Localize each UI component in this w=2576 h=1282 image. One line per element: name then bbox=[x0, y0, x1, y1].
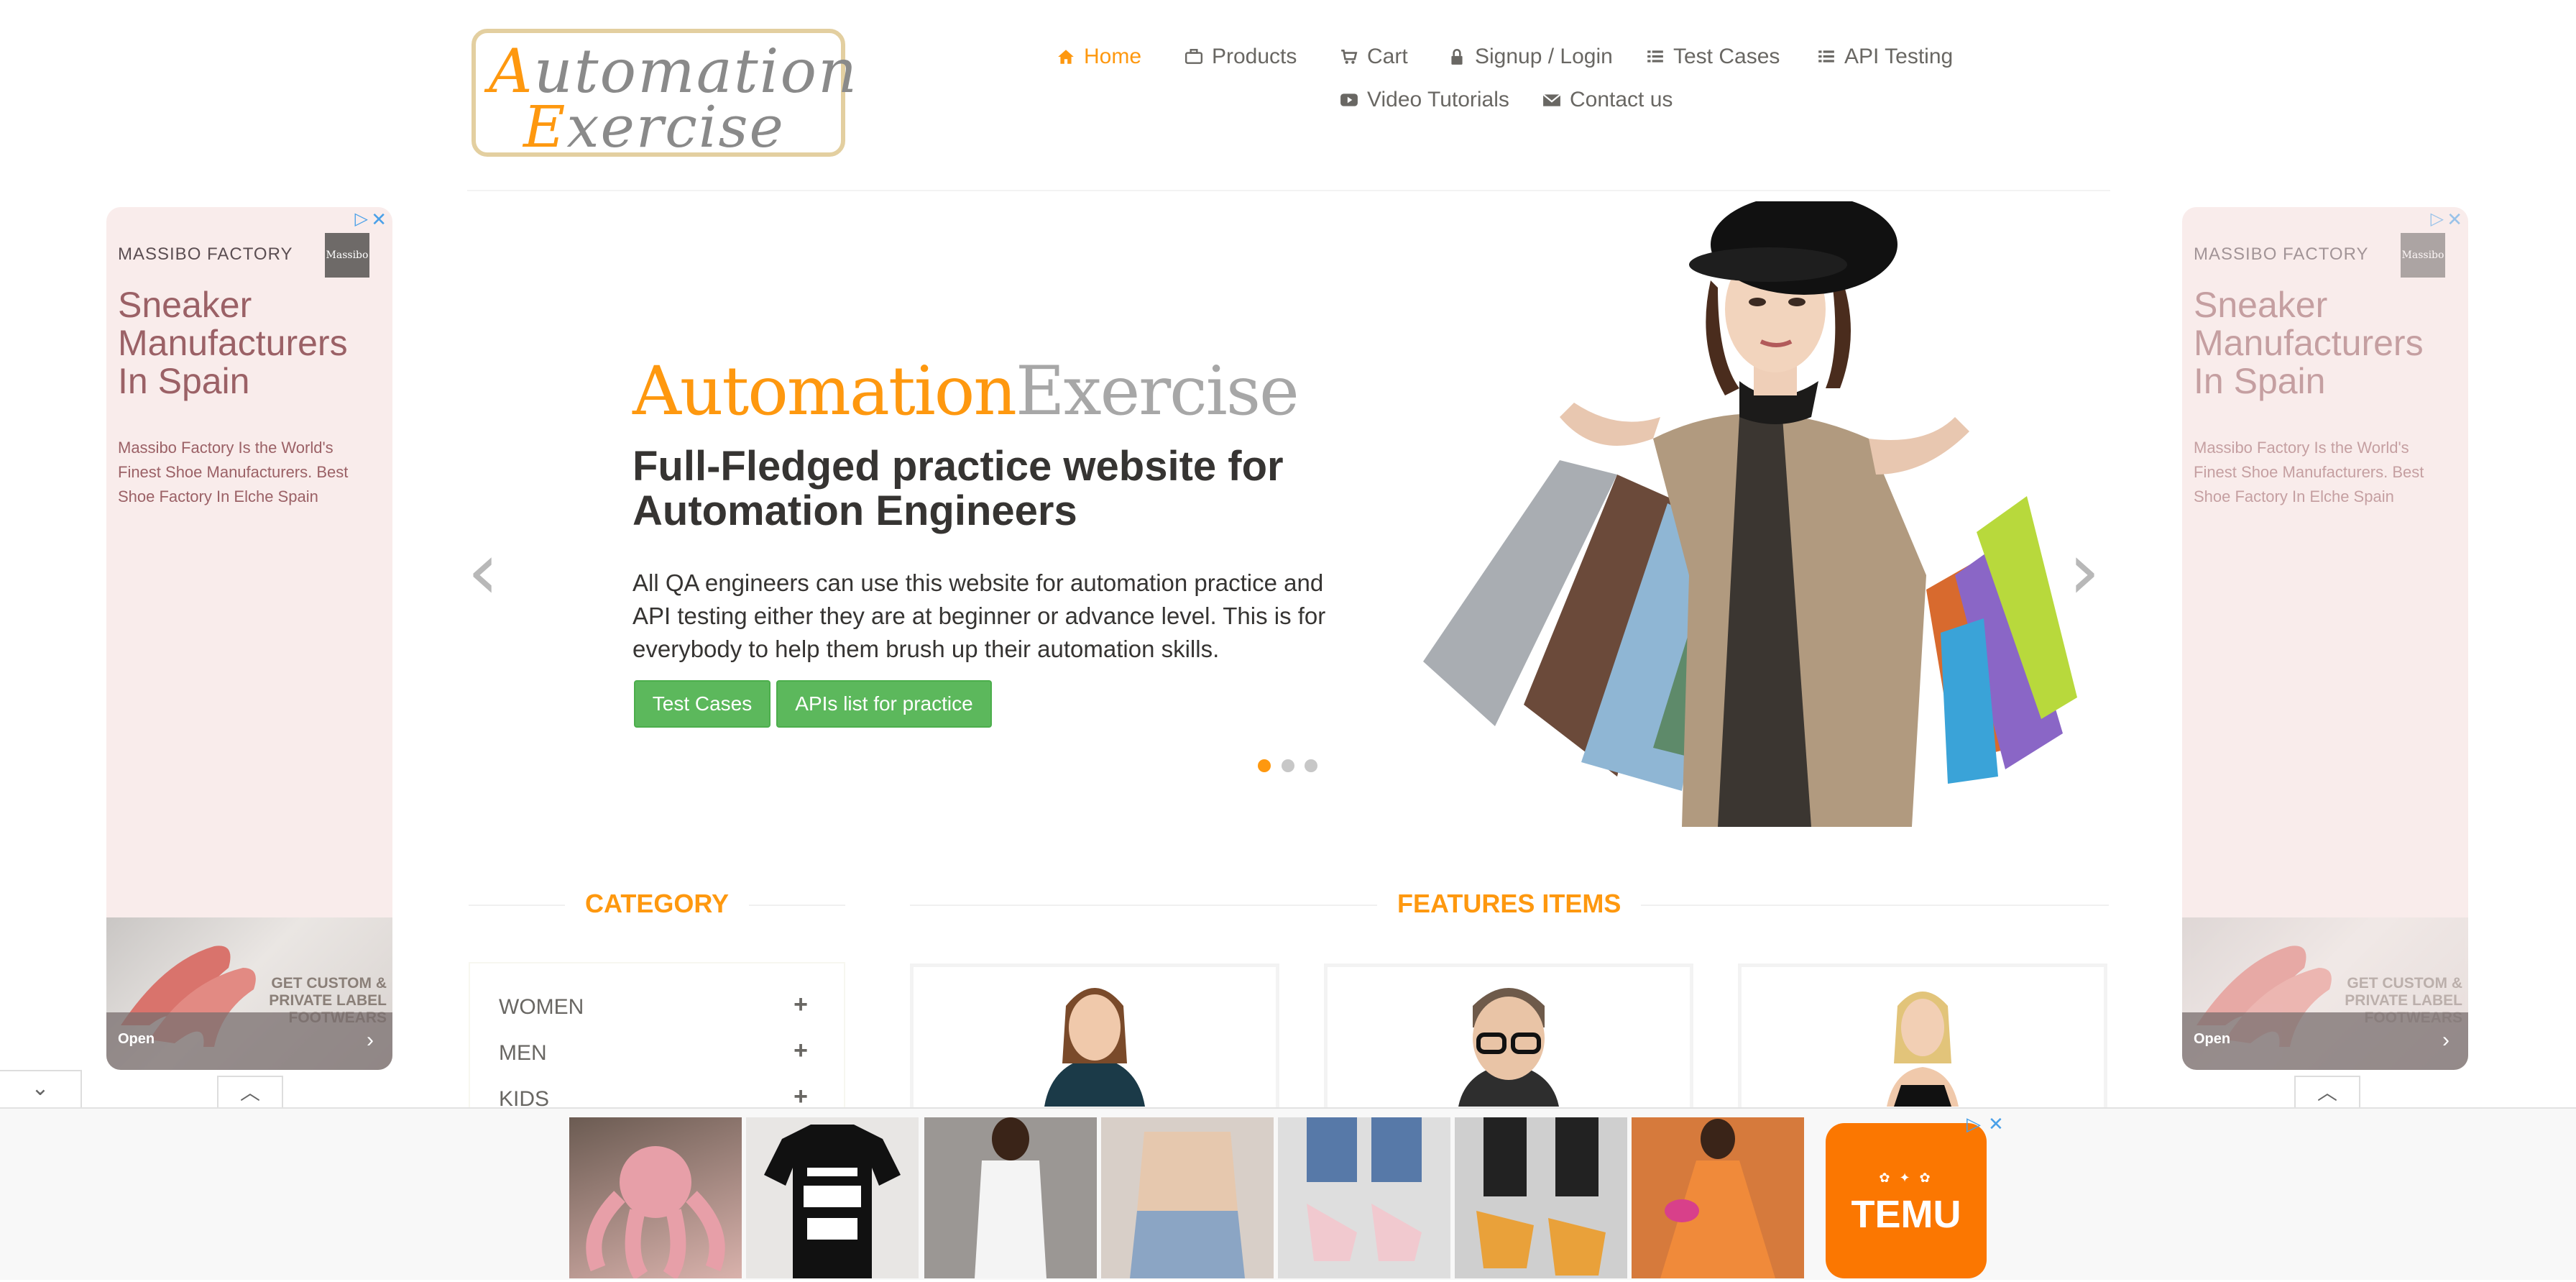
chevron-right-icon: › bbox=[2442, 1028, 2450, 1052]
lock-icon bbox=[1451, 48, 1463, 65]
list-icon bbox=[1818, 50, 1834, 63]
onesie-image bbox=[764, 1125, 901, 1278]
product-image-woman bbox=[1887, 992, 1959, 1107]
logo-line-2: Exercise bbox=[523, 93, 785, 160]
hero-title: AutomationExercise bbox=[632, 352, 1300, 431]
cart-icon bbox=[1341, 50, 1358, 64]
chevron-up-icon: ︿ bbox=[2317, 1081, 2337, 1104]
left-side-ad[interactable]: ▷ ✕ MASSIBO FACTORY Massibo Sneaker Manu… bbox=[106, 207, 392, 1070]
hero-woman-shopping-image bbox=[1423, 201, 2077, 827]
sandals-image bbox=[1476, 1117, 1606, 1276]
hero-heading: Full-Fledged practice website for Automa… bbox=[632, 443, 1284, 534]
ad-description: Massibo Factory Is the World's Finest Sh… bbox=[2194, 439, 2424, 505]
ad-tile-beige-top[interactable] bbox=[1101, 1117, 1274, 1278]
category-label: WOMEN bbox=[499, 995, 584, 1019]
jumpsuit-image bbox=[975, 1117, 1046, 1278]
site-logo[interactable]: Automation Exercise bbox=[472, 29, 857, 160]
ad-brand-logo: Massibo bbox=[325, 233, 369, 278]
nav-signup-login[interactable]: Signup / Login bbox=[1448, 45, 1613, 69]
right-side-ad[interactable]: ▷ ✕ MASSIBO FACTORY Massibo Sneaker Manu… bbox=[2182, 207, 2468, 1070]
close-ad-icon[interactable]: ✕ bbox=[2447, 209, 2462, 231]
list-icon bbox=[1647, 50, 1663, 63]
nav-home[interactable]: Home bbox=[1057, 45, 1141, 69]
slider-dot-1[interactable] bbox=[1258, 759, 1271, 772]
ad-tile-white-jumpsuit[interactable] bbox=[924, 1117, 1097, 1278]
features-title: FEATURES ITEMS bbox=[1377, 889, 1642, 919]
close-ad-icon[interactable]: ✕ bbox=[371, 209, 387, 231]
ad-tile-clear-heels[interactable] bbox=[1278, 1117, 1450, 1278]
apis-list-button[interactable]: APIs list for practice bbox=[776, 680, 992, 728]
product-image-man bbox=[1458, 988, 1559, 1107]
category-title: CATEGORY bbox=[565, 889, 750, 919]
youtube-icon bbox=[1340, 93, 1358, 106]
orange-dress-image bbox=[1660, 1119, 1775, 1278]
hero-paragraph: All QA engineers can use this website fo… bbox=[632, 569, 1326, 662]
envelope-icon bbox=[1542, 93, 1561, 106]
slider-prev-arrow[interactable]: ‹ bbox=[467, 525, 499, 617]
nav-video-tutorials[interactable]: Video Tutorials bbox=[1340, 88, 1509, 112]
beige-top-image bbox=[1130, 1132, 1245, 1278]
ad-open-button[interactable]: Open › bbox=[2182, 1012, 2468, 1070]
ad-tile-sandals[interactable] bbox=[1455, 1117, 1627, 1278]
briefcase-icon bbox=[1184, 49, 1203, 64]
home-icon bbox=[1058, 50, 1074, 64]
ad-tile-baby-onesie[interactable] bbox=[746, 1117, 919, 1278]
nav-cart[interactable]: Cart bbox=[1340, 45, 1408, 69]
ad-brand: MASSIBO FACTORY bbox=[2194, 244, 2369, 264]
temu-logo[interactable]: ✿ ✦ ✿ TEMU bbox=[1826, 1123, 1987, 1278]
close-ad-icon[interactable]: ✕ bbox=[1988, 1113, 2004, 1135]
ad-title[interactable]: Sneaker Manufacturers In Spain bbox=[118, 286, 377, 400]
chevron-down-icon: ⌄ bbox=[31, 1076, 50, 1100]
plus-icon[interactable]: + bbox=[794, 991, 808, 1019]
test-cases-button[interactable]: Test Cases bbox=[634, 680, 770, 728]
right-ad-content: ▷ ✕ MASSIBO FACTORY Massibo Sneaker Manu… bbox=[2182, 207, 2468, 1070]
chevron-right-icon: › bbox=[367, 1028, 374, 1052]
plus-icon[interactable]: + bbox=[794, 1037, 808, 1065]
adchoices-icon[interactable]: ▷ bbox=[355, 209, 368, 229]
ad-description: Massibo Factory Is the World's Finest Sh… bbox=[118, 439, 349, 505]
header-divider bbox=[467, 190, 2110, 191]
clear-heels-image bbox=[1307, 1117, 1422, 1261]
expand-left-ad-button[interactable]: ︿ bbox=[217, 1076, 283, 1107]
expand-right-ad-button[interactable]: ︿ bbox=[2294, 1076, 2360, 1107]
nav-test-cases[interactable]: Test Cases bbox=[1646, 45, 1780, 69]
nav-contact-us[interactable]: Contact us bbox=[1542, 88, 1673, 112]
collapse-ad-button[interactable]: ⌄ bbox=[0, 1070, 82, 1107]
slider-dot-3[interactable] bbox=[1305, 759, 1317, 772]
nav-api-testing[interactable]: API Testing bbox=[1817, 45, 1953, 69]
adchoices-icon[interactable]: ▷ bbox=[1966, 1113, 1981, 1135]
ad-brand-logo: Massibo bbox=[2401, 233, 2445, 278]
ad-brand: MASSIBO FACTORY bbox=[118, 244, 293, 264]
ad-tile-orange-dress[interactable] bbox=[1632, 1117, 1804, 1278]
octopus-costume-image bbox=[586, 1146, 725, 1281]
slider-dot-2[interactable] bbox=[1282, 759, 1294, 772]
adchoices-icon[interactable]: ▷ bbox=[2431, 209, 2444, 229]
product-image-woman bbox=[1044, 988, 1145, 1107]
nav-products[interactable]: Products bbox=[1184, 45, 1297, 69]
category-label: MEN bbox=[499, 1041, 547, 1065]
chevron-up-icon: ︿ bbox=[239, 1081, 260, 1104]
ad-open-button[interactable]: Open › bbox=[106, 1012, 392, 1070]
temu-icons: ✿ ✦ ✿ bbox=[1879, 1171, 1933, 1185]
temu-wordmark: TEMU bbox=[1851, 1193, 1961, 1236]
ad-title[interactable]: Sneaker Manufacturers In Spain bbox=[2194, 286, 2452, 400]
ad-tile-octopus-costume[interactable] bbox=[569, 1117, 742, 1281]
